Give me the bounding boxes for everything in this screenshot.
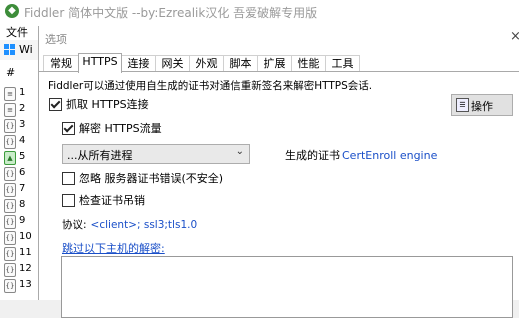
tab-connections[interactable]: 连接 xyxy=(121,55,156,72)
https-description: Fiddler可以通过使用自生成的证书对通信重新签名来解密HTTPS会话. xyxy=(48,80,373,92)
ignore-cert-errors-label: 忽略 服务器证书错误(不安全) xyxy=(79,172,224,185)
windows-icon xyxy=(4,44,16,56)
app-titlebar: ◆ Fiddler 简体中文版 --by:Ezrealik汉化 吾爱破解专用版 xyxy=(0,0,519,23)
options-dialog: 选项 × 常规 HTTPS 连接 网关 外观 脚本 扩展 性能 工具 Fiddl… xyxy=(38,26,519,318)
menu-file[interactable]: 文件 xyxy=(6,24,28,40)
process-filter-value: ...从所有进程 xyxy=(67,149,133,162)
document-icon: ≡ xyxy=(4,87,16,101)
json-icon: {} xyxy=(4,199,16,213)
session-row[interactable]: {} 10 xyxy=(2,230,38,246)
certificate-engine-link[interactable]: CertEnroll engine xyxy=(342,149,437,162)
toolbar-label[interactable]: Wi xyxy=(19,43,33,56)
session-list: # ≡ 1 ≡ 2 {} 3 {} 4 ▲ 5 {} 6 {} 7 {} 8 {} 9 {} 10 … xyxy=(0,60,38,300)
checkbox-checked-icon[interactable] xyxy=(49,97,62,111)
tab-strip: 常规 HTTPS 连接 网关 外观 脚本 扩展 性能 工具 xyxy=(43,53,513,73)
json-icon: {} xyxy=(4,231,16,245)
json-icon: {} xyxy=(4,215,16,229)
tab-extensions[interactable]: 扩展 xyxy=(257,55,292,72)
skip-decryption-link[interactable]: 跳过以下主机的解密: xyxy=(62,240,165,256)
capture-https-label: 抓取 HTTPS连接 xyxy=(66,98,149,111)
json-icon: {} xyxy=(4,247,16,261)
session-row[interactable]: ≡ 2 xyxy=(2,102,38,118)
checkbox-unchecked-icon[interactable] xyxy=(62,171,75,185)
certificate-info: 生成的证书 CertEnroll engine xyxy=(285,147,437,163)
tab-performance[interactable]: 性能 xyxy=(291,55,326,72)
session-column-header[interactable]: # xyxy=(6,66,15,79)
document-icon: ≡ xyxy=(4,103,16,117)
decrypt-https-checkbox[interactable]: 解密 HTTPS流量 xyxy=(62,120,162,135)
actions-button-label: 操作 xyxy=(471,100,493,113)
image-icon: ▲ xyxy=(4,151,16,165)
actions-button[interactable]: ☰ 操作 xyxy=(451,94,513,116)
close-button[interactable]: × xyxy=(510,26,519,48)
tab-general[interactable]: 常规 xyxy=(43,55,79,72)
checkbox-unchecked-icon[interactable] xyxy=(62,193,75,207)
session-row[interactable]: ≡ 1 xyxy=(2,86,38,102)
tab-gateway[interactable]: 网关 xyxy=(155,55,190,72)
json-icon: {} xyxy=(4,183,16,197)
certificate-label: 生成的证书 xyxy=(285,149,340,162)
json-icon: {} xyxy=(4,263,16,277)
session-row[interactable]: {} 6 xyxy=(2,166,38,182)
protocols-link[interactable]: <client>; ssl3;tls1.0 xyxy=(91,219,198,231)
session-row[interactable]: {} 4 xyxy=(2,134,38,150)
json-icon: {} xyxy=(4,167,16,181)
session-row[interactable]: {} 12 xyxy=(2,262,38,278)
skip-hosts-textarea[interactable] xyxy=(61,256,513,318)
app-toolbar: Wi xyxy=(0,40,40,60)
session-row[interactable]: {} 11 xyxy=(2,246,38,262)
tab-appearance[interactable]: 外观 xyxy=(189,55,224,72)
tab-scripting[interactable]: 脚本 xyxy=(223,55,258,72)
dialog-title: 选项 xyxy=(45,33,67,46)
tab-https[interactable]: HTTPS xyxy=(78,53,122,73)
json-icon: {} xyxy=(4,135,16,149)
fiddler-logo-icon: ◆ xyxy=(5,4,19,18)
decrypt-https-label: 解密 HTTPS流量 xyxy=(79,122,162,135)
tab-tools[interactable]: 工具 xyxy=(325,55,360,72)
json-icon: {} xyxy=(4,279,16,293)
ignore-cert-errors-checkbox[interactable]: 忽略 服务器证书错误(不安全) xyxy=(62,170,224,185)
process-filter-select[interactable]: ...从所有进程 ⌄ xyxy=(62,144,250,164)
chevron-down-icon: ⌄ xyxy=(235,146,244,157)
checkbox-checked-icon[interactable] xyxy=(62,121,75,135)
check-revocation-checkbox[interactable]: 检查证书吊销 xyxy=(62,192,145,207)
https-tab-panel: Fiddler可以通过使用自生成的证书对通信重新签名来解密HTTPS会话. 抓取… xyxy=(39,72,519,318)
session-row[interactable]: {} 8 xyxy=(2,198,38,214)
certificate-icon: ☰ xyxy=(456,98,469,112)
session-row[interactable]: ▲ 5 xyxy=(2,150,38,166)
session-row[interactable]: {} 7 xyxy=(2,182,38,198)
check-revocation-label: 检查证书吊销 xyxy=(79,194,145,207)
session-row[interactable]: {} 9 xyxy=(2,214,38,230)
session-row[interactable]: {} 13 xyxy=(2,278,38,294)
app-title: Fiddler 简体中文版 --by:Ezrealik汉化 吾爱破解专用版 xyxy=(24,6,318,20)
json-icon: {} xyxy=(4,119,16,133)
protocols-row: 协议: <client>; ssl3;tls1.0 xyxy=(62,217,197,232)
protocols-label: 协议: xyxy=(62,219,87,231)
capture-https-checkbox[interactable]: 抓取 HTTPS连接 xyxy=(49,96,149,111)
session-row[interactable]: {} 3 xyxy=(2,118,38,134)
